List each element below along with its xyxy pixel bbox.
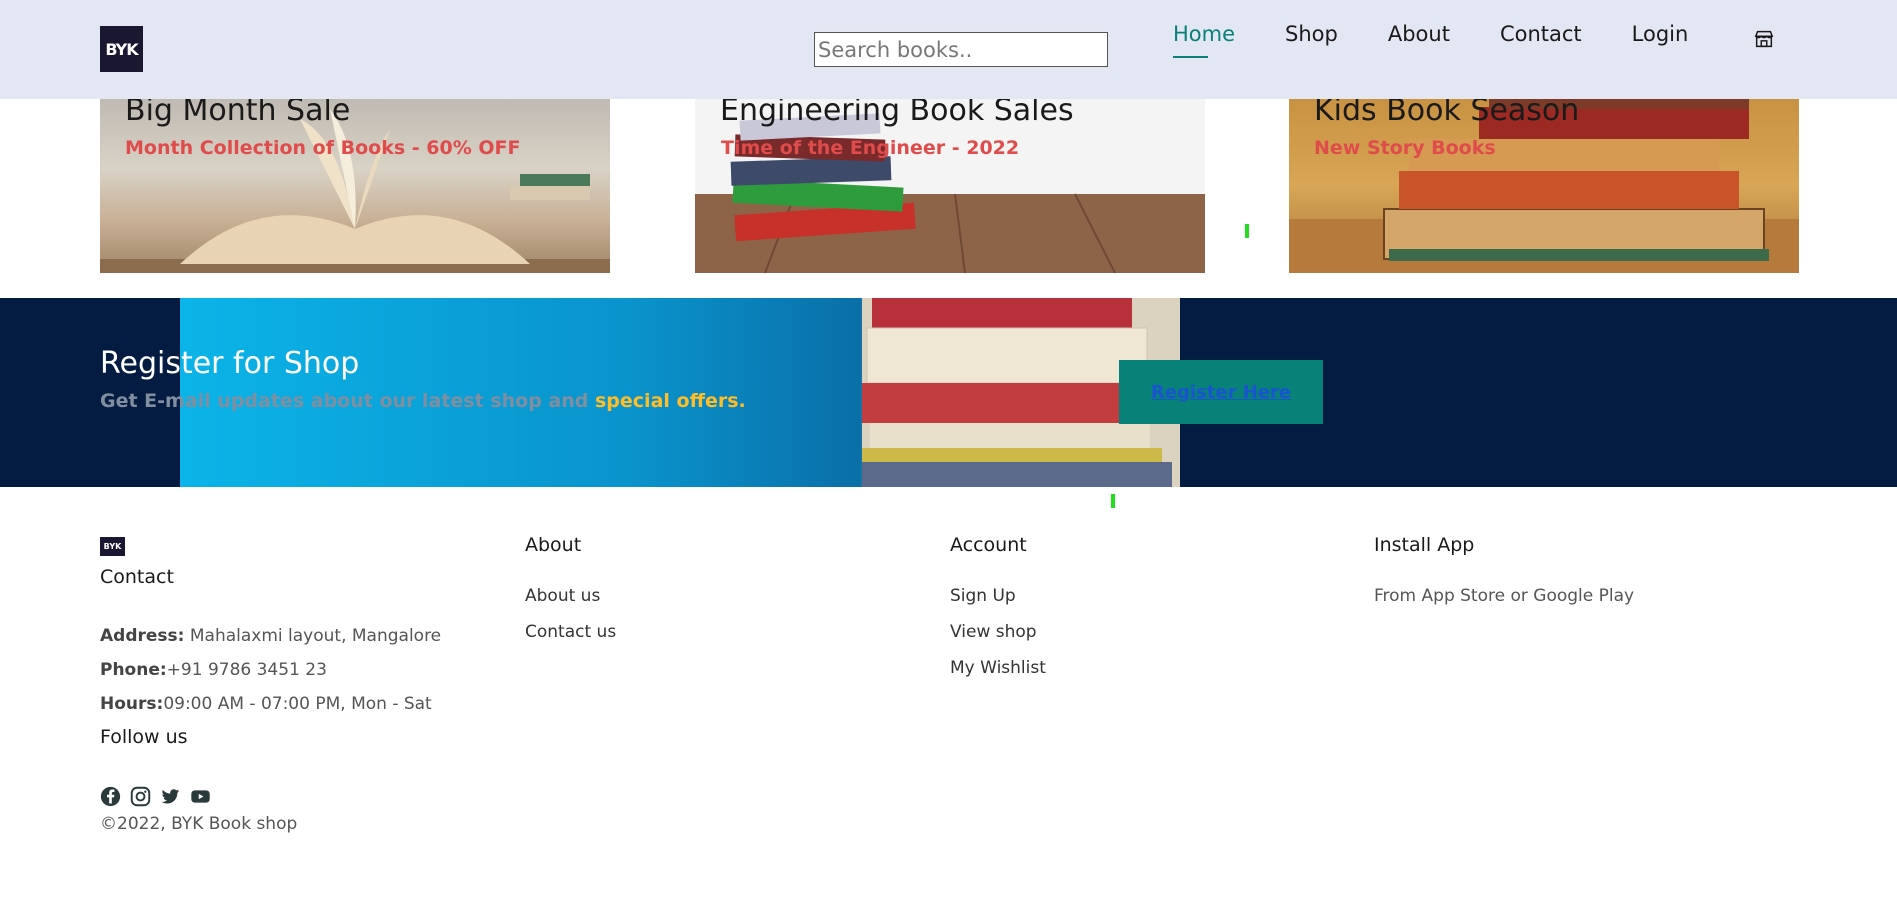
youtube-icon[interactable] [190,786,211,807]
main-nav: Home Shop About Contact Login [1173,22,1738,58]
instagram-icon[interactable] [130,786,151,807]
hours-label: Hours: [100,694,164,714]
social-links [100,786,211,807]
about-heading: About [525,534,582,556]
view-shop-link[interactable]: View shop [950,622,1046,642]
address-line: Address: Mahalaxmi layout, Mangalore [100,626,441,646]
banner-subtitle: Month Collection of Books - 60% OFF [125,137,521,159]
facebook-icon[interactable] [100,786,121,807]
nav-about[interactable]: About [1388,22,1450,46]
contact-us-link[interactable]: Contact us [525,622,616,642]
banner-subtitle: Time of the Engineer - 2022 [721,137,1020,159]
newsletter-subtitle-text: Get E-mail updates about our latest shop… [100,390,589,412]
banner-kids-book-season[interactable]: Kids Book Season New Story Books [1289,99,1799,273]
search-input[interactable] [814,32,1108,67]
newsletter-title: Register for Shop [100,346,360,381]
newsletter-subtitle: Get E-mail updates about our latest shop… [100,390,746,412]
footer-about-column: About About us Contact us [525,534,616,642]
banner-title: Big Month Sale [125,99,351,128]
hours-value: 09:00 AM - 07:00 PM, Mon - Sat [163,694,432,714]
site-footer: BYK Contact Address: Mahalaxmi layout, M… [0,487,1897,897]
contact-heading: Contact [100,566,174,588]
footer-install-column: Install App From App Store or Google Pla… [1374,534,1634,606]
banner-title: Engineering Book Sales [720,99,1074,128]
phone-line: Phone:+91 9786 3451 23 [100,660,327,680]
install-heading: Install App [1374,534,1475,556]
install-app-text: From App Store or Google Play [1374,586,1635,606]
banner-engineering-book-sales[interactable]: Engineering Book Sales Time of the Engin… [695,99,1205,273]
newsletter-section: Register for Shop Get E-mail updates abo… [0,298,1897,487]
follow-heading: Follow us [100,726,188,748]
my-wishlist-link[interactable]: My Wishlist [950,658,1046,678]
register-button[interactable]: Register Here [1119,360,1323,424]
account-heading: Account [950,534,1027,556]
phone-value: +91 9786 3451 23 [166,660,327,680]
site-header: BYK Home Shop About Contact Login [0,0,1897,99]
indicator-mark [1245,224,1249,238]
phone-label: Phone: [100,660,167,680]
logo[interactable]: BYK [100,26,143,72]
address-label: Address: [100,626,185,646]
sign-up-link[interactable]: Sign Up [950,586,1046,606]
about-us-link[interactable]: About us [525,586,616,606]
address-value: Mahalaxmi layout, Mangalore [189,626,442,646]
twitter-icon[interactable] [160,786,181,807]
nav-home[interactable]: Home [1173,22,1235,58]
shopping-bag-icon[interactable] [1753,28,1775,50]
banner-title: Kids Book Season [1314,99,1580,128]
footer-account-column: Account Sign Up View shop My Wishlist [950,534,1046,678]
nav-shop[interactable]: Shop [1285,22,1338,46]
banner-subtitle: New Story Books [1314,137,1496,159]
hours-line: Hours:09:00 AM - 07:00 PM, Mon - Sat [100,694,432,714]
footer-logo[interactable]: BYK [100,537,125,556]
newsletter-subtitle-highlight: special offers. [595,390,746,412]
nav-login[interactable]: Login [1632,22,1689,46]
banner-big-month-sale[interactable]: Big Month Sale Month Collection of Books… [100,99,610,273]
copyright: ©2022, BYK Book shop [100,814,298,834]
nav-contact[interactable]: Contact [1500,22,1582,46]
